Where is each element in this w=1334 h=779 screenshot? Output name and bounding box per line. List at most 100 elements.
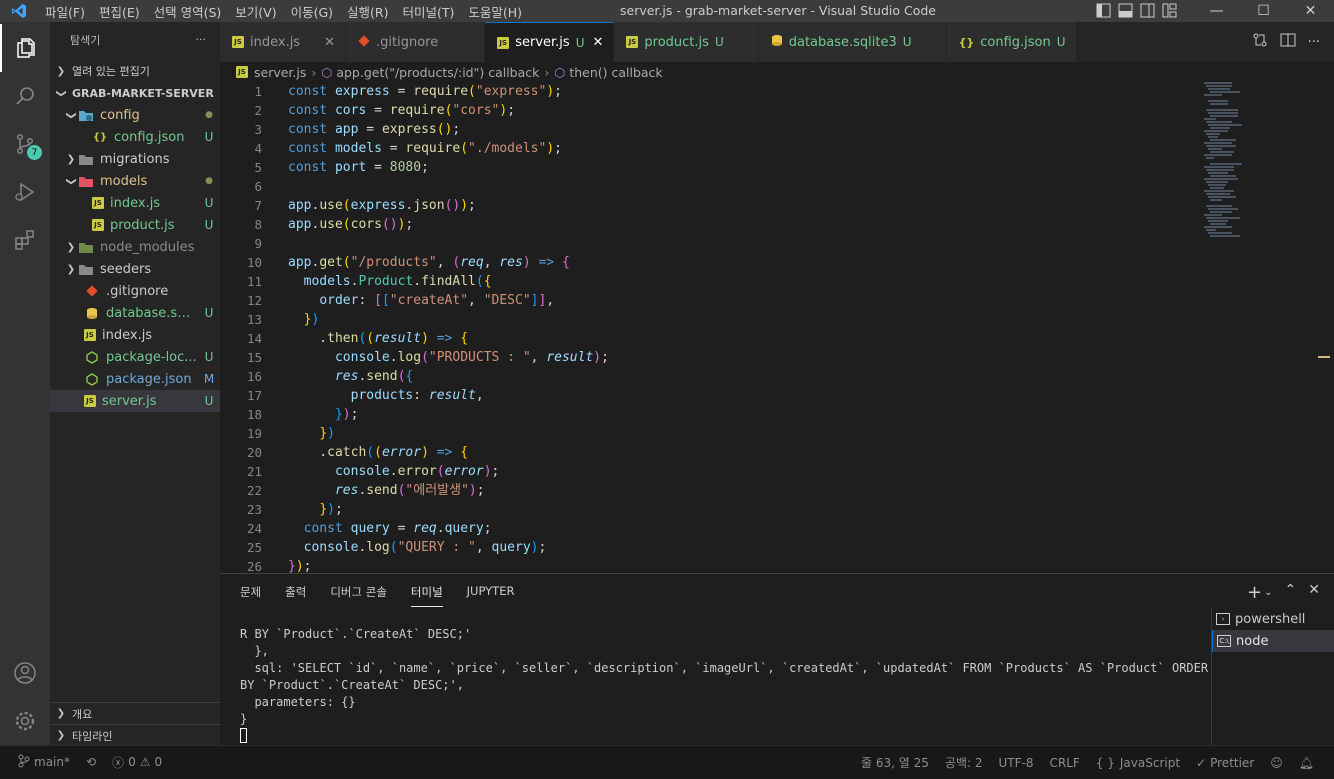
menu-file[interactable]: 파일(F) <box>38 2 92 21</box>
source-control-icon[interactable]: 7 <box>0 120 50 168</box>
tree-item-node-modules[interactable]: ❯ node_modules <box>50 236 220 258</box>
code-editor[interactable]: 1 2 3 4 5 6 7 8 9 10 11 12 13 14 15 16 1… <box>220 82 1334 573</box>
breadcrumb-then-callback[interactable]: then() callback <box>569 65 662 80</box>
menu-go[interactable]: 이동(G) <box>284 2 340 21</box>
tree-item-migrations[interactable]: ❯ migrations <box>50 148 220 170</box>
tab-status: U <box>575 35 585 50</box>
breadcrumb-callback[interactable]: app.get("/products/:id") callback <box>336 65 539 80</box>
chevron-down-icon[interactable]: ⌄ <box>1264 587 1272 603</box>
menu-view[interactable]: 보기(V) <box>228 2 283 21</box>
menu-selection[interactable]: 선택 영역(S) <box>147 2 229 21</box>
line-number: 25 <box>246 540 262 555</box>
prettier-status[interactable]: ✓ Prettier <box>1196 756 1254 770</box>
toggle-primary-sidebar-icon[interactable] <box>1096 3 1111 18</box>
open-editors-section[interactable]: ❯ 열려 있는 편집기 <box>50 60 220 82</box>
toggle-panel-icon[interactable] <box>1118 3 1133 18</box>
new-terminal-plus-icon[interactable]: + <box>1247 582 1262 603</box>
panel-tabs: 문제 출력 디버그 콘솔 터미널 JUPYTER <box>240 584 514 607</box>
menu-run[interactable]: 실행(R) <box>340 2 395 21</box>
tree-item-index-js[interactable]: JS index.js <box>50 324 220 346</box>
notifications-bell-icon[interactable]: 🔔︎ <box>1299 756 1314 770</box>
toggle-secondary-sidebar-icon[interactable] <box>1140 3 1155 18</box>
panel-tab-output[interactable]: 출력 <box>285 584 306 607</box>
minimap-line <box>1210 199 1222 201</box>
panel-tab-debug-console[interactable]: 디버그 콘솔 <box>330 584 387 607</box>
minimap-line <box>1206 133 1220 135</box>
terminal-list: › powershell C:\ node <box>1211 608 1334 746</box>
panel-tab-terminal[interactable]: 터미널 <box>410 584 443 607</box>
explorer-more-actions[interactable]: ··· <box>196 33 207 46</box>
minimap-line <box>1204 214 1222 216</box>
breadcrumb-file[interactable]: server.js <box>254 65 306 80</box>
chevron-down-icon: ❯ <box>55 88 67 98</box>
warning-icon: ⚠ <box>139 755 151 769</box>
indentation[interactable]: 공백: 2 <box>945 754 983 771</box>
encoding[interactable]: UTF-8 <box>999 756 1034 770</box>
window-controls: — ☐ ✕ <box>1193 0 1334 22</box>
tree-item-database-sqlite[interactable]: database.sqli... U <box>50 302 220 324</box>
panel-tab-jupyter[interactable]: JUPYTER <box>467 584 515 607</box>
menu-terminal[interactable]: 터미널(T) <box>396 2 462 21</box>
tree-item-models[interactable]: ❯ models ● <box>50 170 220 192</box>
tree-item-package-lock[interactable]: package-loc... U <box>50 346 220 368</box>
settings-gear-icon[interactable] <box>0 697 50 745</box>
close-tab-icon[interactable]: ✕ <box>324 35 335 50</box>
line-number: 13 <box>246 312 262 327</box>
language-mode[interactable]: { } JavaScript <box>1096 756 1180 770</box>
menu-help[interactable]: 도움말(H) <box>461 2 529 21</box>
tree-item-product-js[interactable]: JS product.js U <box>50 214 220 236</box>
sync-icon[interactable]: ⟲ <box>86 755 96 769</box>
tree-item-config[interactable]: ❯ config ● <box>50 104 220 126</box>
explorer-icon[interactable] <box>0 24 50 72</box>
compare-changes-icon[interactable] <box>1252 32 1268 52</box>
chevron-right-icon: ❯ <box>56 730 66 741</box>
terminal-item-node[interactable]: C:\ node <box>1212 630 1334 652</box>
customize-layout-icon[interactable] <box>1162 3 1177 18</box>
tree-item-server-js[interactable]: JS server.js U <box>50 390 220 412</box>
tab-product-js[interactable]: JS product.js U <box>614 22 759 62</box>
run-debug-icon[interactable] <box>0 168 50 216</box>
line-number: 18 <box>246 407 262 422</box>
database-file-icon <box>84 306 100 320</box>
tree-item-seeders[interactable]: ❯ seeders <box>50 258 220 280</box>
menu-edit[interactable]: 편집(E) <box>92 2 147 21</box>
workspace-folder-section[interactable]: ❯ GRAB-MARKET-SERVER <box>50 82 220 104</box>
extensions-icon[interactable] <box>0 216 50 264</box>
code-line: }); <box>319 502 343 517</box>
timeline-section[interactable]: ❯ 타임라인 <box>50 724 220 745</box>
terminal-icon: C:\ <box>1217 635 1231 647</box>
branch-status[interactable]: main* <box>18 754 70 771</box>
js-file-icon: JS <box>232 36 244 48</box>
split-editor-icon[interactable] <box>1280 32 1296 52</box>
minimap-line <box>1210 127 1230 129</box>
end-of-line[interactable]: CRLF <box>1049 756 1079 770</box>
accounts-icon[interactable] <box>0 649 50 697</box>
search-icon[interactable] <box>0 72 50 120</box>
tab-database-sqlite3[interactable]: database.sqlite3 U <box>758 22 947 62</box>
outline-section[interactable]: ❯ 개요 <box>50 702 220 724</box>
close-tab-icon[interactable]: ✕ <box>593 35 604 50</box>
maximize-button[interactable]: ☐ <box>1240 0 1287 22</box>
close-window-button[interactable]: ✕ <box>1287 0 1334 22</box>
tab-index-js[interactable]: JS index.js ✕ <box>220 22 346 62</box>
cursor-position[interactable]: 줄 63, 열 25 <box>861 754 929 771</box>
tab-gitignore[interactable]: .gitignore <box>346 22 486 62</box>
more-actions-icon[interactable]: ··· <box>1308 35 1320 50</box>
tree-item-gitignore[interactable]: .gitignore <box>50 280 220 302</box>
tab-config-json[interactable]: {} config.json U <box>946 22 1077 62</box>
problems-status[interactable]: ⓧ 0 ⚠ 0 <box>112 754 162 771</box>
minimap[interactable] <box>1202 82 1320 262</box>
terminal-item-powershell[interactable]: › powershell <box>1212 608 1334 630</box>
tree-item-models-index-js[interactable]: JS index.js U <box>50 192 220 214</box>
close-panel-icon[interactable]: ✕ <box>1308 582 1320 603</box>
minimize-button[interactable]: — <box>1193 0 1240 22</box>
feedback-icon[interactable]: ☺ <box>1270 756 1283 770</box>
maximize-panel-icon[interactable]: ⌃ <box>1285 582 1297 603</box>
code-line: console.error(error); <box>334 464 500 479</box>
tree-item-config-json[interactable]: {} config.json U <box>50 126 220 148</box>
panel-tab-problems[interactable]: 문제 <box>240 584 261 607</box>
tree-item-package-json[interactable]: package.json M <box>50 368 220 390</box>
tab-server-js[interactable]: JS server.js U ✕ <box>485 22 615 62</box>
minimap-line <box>1208 112 1238 114</box>
terminal-line: parameters: {} <box>240 695 356 709</box>
